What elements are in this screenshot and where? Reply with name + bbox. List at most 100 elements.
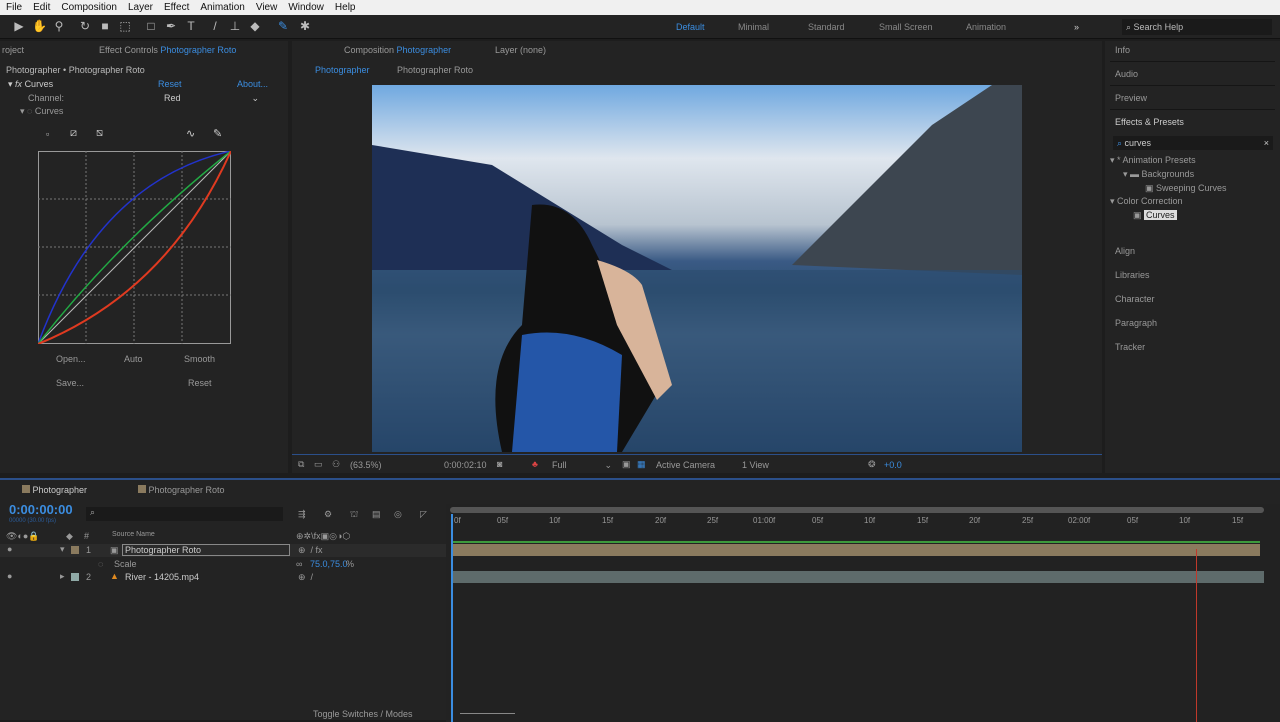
brush-tool-icon[interactable]: / xyxy=(208,19,222,33)
menu-layer[interactable]: Layer xyxy=(128,2,153,13)
tree-color-correction[interactable]: ▾ Color Correction xyxy=(1110,196,1183,207)
composition-mini-flowchart-icon[interactable]: ⇶ xyxy=(298,509,306,520)
curve-reset-icon[interactable]: ⧄ xyxy=(70,127,77,140)
visibility-eye-icon[interactable]: ● xyxy=(7,544,12,554)
label-color-swatch[interactable] xyxy=(71,573,79,581)
layer-switches[interactable]: ⊕ / fx xyxy=(298,545,323,556)
shy-layers-icon[interactable]: ⛫ xyxy=(350,509,358,521)
channel-dropdown[interactable]: Red ⌄ xyxy=(164,93,259,104)
workspace-minimal[interactable]: Minimal xyxy=(738,22,769,32)
clear-search-icon[interactable]: × xyxy=(1264,136,1269,150)
smooth-button[interactable]: Smooth xyxy=(184,354,215,364)
pen-tool-icon[interactable]: ✒ xyxy=(164,19,178,33)
roto-brush-tool-icon[interactable]: ✎ xyxy=(276,19,290,33)
expand-arrow-icon[interactable]: ▸ xyxy=(60,571,65,582)
menu-help[interactable]: Help xyxy=(335,2,356,13)
transparency-grid-icon[interactable]: ▦ xyxy=(637,459,646,470)
curves-graph[interactable] xyxy=(38,151,231,344)
stopwatch-icon[interactable]: ◌ xyxy=(98,559,103,569)
tab-timeline-photographer[interactable]: Photographer xyxy=(22,485,87,495)
timeline-timecode[interactable]: 0:00:00:00 xyxy=(9,502,73,517)
preview-panel-tab[interactable]: Preview xyxy=(1115,93,1147,103)
curves-subheader[interactable]: ▾ ◌ Curves xyxy=(20,106,63,117)
curve-linear-icon[interactable]: ⧅ xyxy=(96,127,103,140)
puppet-pin-tool-icon[interactable]: ✱ xyxy=(298,19,312,33)
frame-blending-icon[interactable]: ▤ xyxy=(372,509,381,520)
draft-3d-icon[interactable]: ⚙ xyxy=(324,509,332,520)
tab-project[interactable]: roject xyxy=(2,45,24,55)
motion-blur-icon[interactable]: ◎ xyxy=(394,509,402,520)
layer-row-2[interactable]: ● ▸ 2 ▲ River - 14205.mp4 ⊕ / xyxy=(0,571,446,584)
paragraph-panel-tab[interactable]: Paragraph xyxy=(1115,318,1157,328)
source-name-header[interactable]: Source Name xyxy=(112,531,155,538)
zoom-slider[interactable] xyxy=(460,713,515,714)
workspace-animation[interactable]: Animation xyxy=(966,22,1006,32)
clone-stamp-icon[interactable]: ⊥ xyxy=(228,19,242,33)
expand-arrow-icon[interactable]: ▾ xyxy=(60,544,65,555)
libraries-panel-tab[interactable]: Libraries xyxy=(1115,270,1150,280)
about-link[interactable]: About... xyxy=(237,79,268,89)
align-panel-tab[interactable]: Align xyxy=(1115,246,1135,256)
rotate-tool-icon[interactable]: ↻ xyxy=(78,19,92,33)
toggle-switches-modes-button[interactable]: Toggle Switches / Modes xyxy=(313,709,413,719)
layer-name[interactable]: Photographer Roto xyxy=(122,544,290,556)
label-color-swatch[interactable] xyxy=(71,546,79,554)
tab-effect-controls[interactable]: Effect Controls Photographer Roto xyxy=(99,45,236,55)
tree-backgrounds[interactable]: ▾ ▬ Backgrounds xyxy=(1123,169,1194,180)
eraser-tool-icon[interactable]: ◆ xyxy=(248,19,262,33)
camera-dropdown[interactable]: Active Camera xyxy=(656,460,715,470)
character-panel-tab[interactable]: Character xyxy=(1115,294,1155,304)
workspace-standard[interactable]: Standard xyxy=(808,22,845,32)
hand-tool-icon[interactable]: ✋ xyxy=(32,19,47,33)
open-button[interactable]: Open... xyxy=(56,354,86,364)
channel-icon[interactable]: ♣ xyxy=(532,459,538,469)
save-button[interactable]: Save... xyxy=(56,378,84,388)
region-of-interest-icon[interactable]: ▣ xyxy=(622,459,631,470)
curve-channel-rgb-icon[interactable]: ▫ xyxy=(46,129,49,139)
camera-tool-icon[interactable]: ■ xyxy=(98,19,112,33)
reset-link[interactable]: Reset xyxy=(158,79,182,89)
zoom-tool-icon[interactable]: ⚲ xyxy=(52,19,66,33)
menu-animation[interactable]: Animation xyxy=(200,2,244,13)
always-preview-icon[interactable]: ⧉ xyxy=(298,459,304,470)
pencil-icon[interactable]: ✎ xyxy=(213,127,222,140)
type-tool-icon[interactable]: T xyxy=(184,19,198,33)
tree-sweeping-curves[interactable]: ▣ Sweeping Curves xyxy=(1145,183,1227,194)
tab-timeline-photographer-roto[interactable]: Photographer Roto xyxy=(138,485,225,495)
constrain-proportions-icon[interactable]: ∞ xyxy=(296,559,302,569)
layer-switches[interactable]: ⊕ / xyxy=(298,572,313,583)
workspace-default[interactable]: Default xyxy=(676,22,705,32)
bezier-curve-icon[interactable]: ∿ xyxy=(186,127,195,140)
effects-search-input[interactable]: ⌕ curves × xyxy=(1113,136,1273,150)
auto-button[interactable]: Auto xyxy=(124,354,143,364)
layer-name[interactable]: River - 14205.mp4 xyxy=(125,572,199,582)
resolution-dropdown[interactable]: Full ⌄ xyxy=(552,460,612,471)
tree-curves[interactable]: ▣ Curves xyxy=(1133,210,1177,221)
tab-composition[interactable]: Composition Photographer xyxy=(344,45,451,55)
layer-search-input[interactable]: ⌕ xyxy=(86,507,283,521)
more-workspaces-icon[interactable]: » xyxy=(1074,22,1079,32)
visibility-eye-icon[interactable]: ● xyxy=(7,571,12,581)
effect-curves-header[interactable]: ▾ fx Curves xyxy=(8,79,53,90)
pan-behind-tool-icon[interactable]: ⬚ xyxy=(118,19,132,33)
scale-value[interactable]: 75.0,75.0 xyxy=(310,559,348,569)
reset-exposure-icon[interactable]: ❂ xyxy=(868,459,876,470)
layer-2-duration-bar[interactable] xyxy=(452,571,1264,583)
tree-animation-presets[interactable]: ▾ * Animation Presets xyxy=(1110,155,1196,166)
exposure-value[interactable]: +0.0 xyxy=(884,460,902,470)
audio-panel-tab[interactable]: Audio xyxy=(1115,69,1138,79)
magnification-dropdown[interactable]: (63.5%) xyxy=(350,460,382,470)
composition-viewer[interactable] xyxy=(372,85,1022,452)
work-area-bar[interactable] xyxy=(450,507,1264,513)
playhead[interactable] xyxy=(451,514,453,722)
info-panel-tab[interactable]: Info xyxy=(1115,45,1130,55)
menu-composition[interactable]: Composition xyxy=(61,2,117,13)
layer-1-duration-bar[interactable] xyxy=(452,544,1260,556)
layer-row-1[interactable]: ● ▾ 1 ▣ Photographer Roto ⊕ / fx xyxy=(0,544,446,557)
workspace-small-screen[interactable]: Small Screen xyxy=(879,22,933,32)
menu-edit[interactable]: Edit xyxy=(33,2,50,13)
timeline-track-area[interactable]: 0f 05f 10f 15f 20f 25f 01:00f 05f 10f 15… xyxy=(446,504,1280,722)
graph-editor-icon[interactable]: ◸ xyxy=(420,509,427,520)
effects-presets-tab[interactable]: Effects & Presets xyxy=(1115,117,1184,127)
snapshot-icon[interactable]: ◙ xyxy=(497,459,502,469)
